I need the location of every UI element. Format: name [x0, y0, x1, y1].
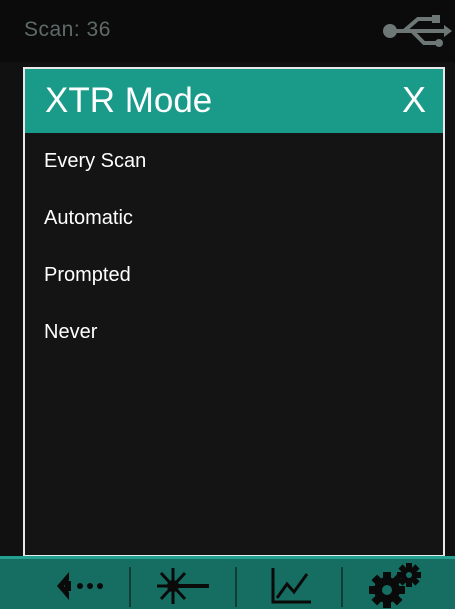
- back-button[interactable]: [37, 563, 127, 609]
- xtr-mode-dialog: XTR Mode X Every Scan Automatic Prompted…: [23, 67, 445, 557]
- toolbar-divider: [235, 567, 237, 607]
- device-screen: Scan: 36 XTR Mode X Every Scan Automatic…: [0, 0, 455, 609]
- close-button[interactable]: X: [397, 79, 431, 121]
- toolbar-divider: [129, 567, 131, 607]
- option-prompted[interactable]: Prompted: [25, 247, 443, 304]
- option-never[interactable]: Never: [25, 304, 443, 361]
- back-icon: [57, 572, 103, 600]
- dialog-title: XTR Mode: [45, 81, 213, 120]
- dialog-header: XTR Mode X: [25, 69, 443, 133]
- laser-button[interactable]: [138, 563, 228, 609]
- toolbar-divider: [341, 567, 343, 607]
- option-every-scan[interactable]: Every Scan: [25, 133, 443, 190]
- chart-button[interactable]: [246, 563, 336, 609]
- laser-icon: [157, 568, 209, 604]
- settings-button[interactable]: [350, 563, 440, 609]
- settings-icon: [369, 563, 421, 608]
- bottom-toolbar: [0, 556, 455, 609]
- scan-count: Scan: 36: [24, 18, 111, 41]
- options-list: Every Scan Automatic Prompted Never: [25, 133, 443, 361]
- usb-icon: [383, 15, 452, 47]
- option-automatic[interactable]: Automatic: [25, 190, 443, 247]
- status-bar: Scan: 36: [0, 0, 455, 62]
- chart-icon: [271, 568, 311, 604]
